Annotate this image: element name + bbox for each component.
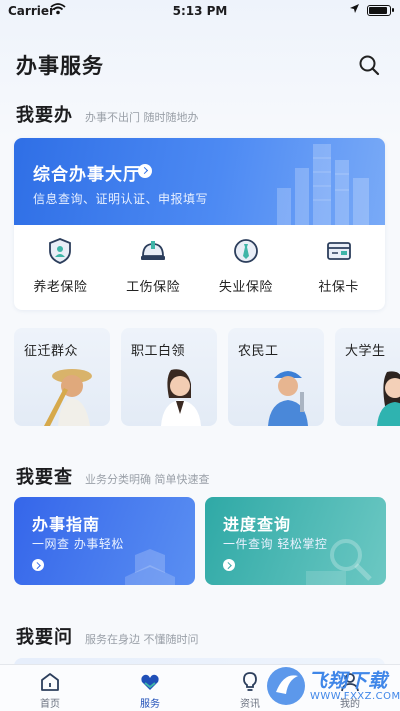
clock: 5:13 PM bbox=[172, 4, 228, 18]
shield-person-icon bbox=[49, 238, 72, 264]
watermark-url: WWW.FXXZ.COM bbox=[310, 691, 400, 702]
tab-label: 首页 bbox=[40, 699, 60, 710]
watermark-logo-icon bbox=[267, 667, 305, 705]
people-card-student[interactable]: 大学生 bbox=[335, 328, 400, 426]
people-card-migrant-worker[interactable]: 农民工 bbox=[228, 328, 324, 426]
chevron-right-icon bbox=[223, 559, 235, 571]
people-card-white-collar[interactable]: 职工白领 bbox=[121, 328, 217, 426]
screen: Carrier 5:13 PM 办事服务 我要办 办事不出门 随时随地办 综合办… bbox=[0, 0, 400, 711]
people-category-row: 征迁群众 职工白领 农民工 大学生 bbox=[14, 328, 400, 426]
service-hall-card: 综合办事大厅 信息查询、证明认证、申报填写 养老保险 工伤保险 失业保险 社保卡 bbox=[14, 138, 385, 310]
service-item-label: 社保卡 bbox=[318, 280, 359, 295]
people-card-label: 农民工 bbox=[238, 344, 279, 359]
service-item-label: 工伤保险 bbox=[126, 280, 181, 295]
people-card-label: 职工白领 bbox=[131, 344, 186, 359]
chevron-right-icon bbox=[32, 559, 44, 571]
tab-home[interactable]: 首页 bbox=[0, 665, 100, 711]
location-arrow-icon bbox=[350, 4, 359, 13]
page-title: 办事服务 bbox=[16, 54, 104, 78]
section-do-title: 我要办 bbox=[16, 105, 73, 126]
hard-hat-icon bbox=[141, 241, 166, 260]
status-bar: Carrier 5:13 PM bbox=[0, 0, 400, 22]
tie-badge-icon bbox=[233, 239, 258, 263]
progress-card[interactable]: 进度查询 一件查询 轻松掌控 bbox=[205, 497, 386, 585]
service-item-injury[interactable]: 工伤保险 bbox=[107, 236, 200, 306]
progress-card-subtitle: 一件查询 轻松掌控 bbox=[223, 537, 328, 551]
watermark-title: 飞翔下载 bbox=[308, 670, 389, 692]
search-icon[interactable] bbox=[358, 54, 380, 76]
service-hall-banner[interactable]: 综合办事大厅 信息查询、证明认证、申报填写 bbox=[14, 138, 385, 225]
service-item-label: 失业保险 bbox=[218, 280, 273, 295]
service-item-label: 养老保险 bbox=[33, 280, 88, 295]
section-do-header: 我要办 办事不出门 随时随地办 bbox=[16, 101, 199, 127]
people-card-relocated[interactable]: 征迁群众 bbox=[14, 328, 110, 426]
battery-icon bbox=[367, 5, 394, 16]
people-card-label: 征迁群众 bbox=[24, 344, 79, 359]
service-hall-subtitle: 信息查询、证明认证、申报填写 bbox=[33, 192, 209, 206]
tab-label: 资讯 bbox=[240, 699, 260, 710]
watermark: 飞翔下载 WWW.FXXZ.COM bbox=[262, 660, 400, 711]
tab-service[interactable]: 服务 bbox=[100, 665, 200, 711]
insurance-services-grid: 养老保险 工伤保险 失业保险 社保卡 bbox=[14, 236, 385, 306]
section-check-subtitle: 业务分类明确 简单快速查 bbox=[85, 473, 210, 486]
service-item-pension[interactable]: 养老保险 bbox=[14, 236, 107, 306]
buildings-illustration bbox=[277, 144, 369, 225]
service-item-social-card[interactable]: 社保卡 bbox=[292, 236, 385, 306]
heart-service-icon bbox=[141, 674, 159, 690]
guide-card-title: 办事指南 bbox=[32, 515, 101, 534]
section-do-subtitle: 办事不出门 随时随地办 bbox=[85, 111, 199, 124]
guide-card[interactable]: 办事指南 一网查 办事轻松 bbox=[14, 497, 195, 585]
chevron-right-icon bbox=[138, 164, 152, 178]
id-card-icon bbox=[326, 242, 351, 260]
section-ask-header: 我要问 服务在身边 不懂随时问 bbox=[16, 623, 199, 649]
bulb-icon bbox=[243, 672, 257, 691]
section-check-header: 我要查 业务分类明确 简单快速查 bbox=[16, 463, 210, 489]
service-hall-title: 综合办事大厅 bbox=[33, 165, 141, 185]
service-item-unemployment[interactable]: 失业保险 bbox=[200, 236, 293, 306]
home-icon bbox=[41, 673, 59, 691]
section-check-title: 我要查 bbox=[16, 467, 73, 488]
tab-label: 服务 bbox=[140, 699, 160, 710]
section-ask-title: 我要问 bbox=[16, 627, 73, 648]
progress-card-title: 进度查询 bbox=[223, 515, 292, 534]
people-card-label: 大学生 bbox=[345, 344, 386, 359]
section-ask-subtitle: 服务在身边 不懂随时问 bbox=[85, 633, 199, 646]
guide-card-subtitle: 一网查 办事轻松 bbox=[32, 537, 124, 551]
